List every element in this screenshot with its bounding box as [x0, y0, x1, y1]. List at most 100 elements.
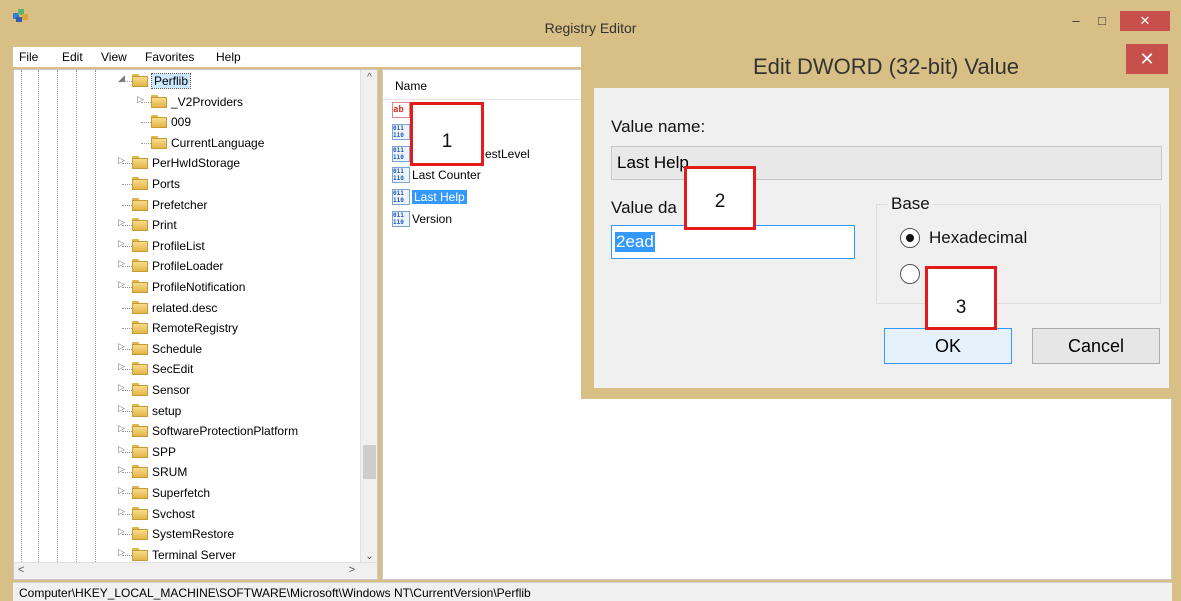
tree-item-label[interactable]: ProfileList: [152, 239, 205, 253]
tree-item-label[interactable]: Sensor: [152, 383, 190, 397]
menu-view[interactable]: View: [101, 50, 127, 64]
tree-item[interactable]: ▷ SoftwareProtectionPlatform: [14, 421, 359, 441]
tree-item[interactable]: ◢ Perflib: [14, 71, 359, 91]
menu-favorites[interactable]: Favorites: [145, 50, 194, 64]
value-data-input[interactable]: 2ead: [611, 225, 855, 259]
tree-item-label[interactable]: Ports: [152, 177, 180, 191]
cancel-button[interactable]: Cancel: [1032, 328, 1160, 364]
tree-item-label[interactable]: SoftwareProtectionPlatform: [152, 424, 298, 438]
menu-edit[interactable]: Edit: [62, 50, 83, 64]
tree-item-label[interactable]: _V2Providers: [171, 95, 243, 109]
expand-arrow-icon[interactable]: ▷: [118, 403, 125, 414]
tree-item[interactable]: ▷ ProfileList: [14, 236, 359, 256]
tree-item[interactable]: ▷ SystemRestore: [14, 524, 359, 544]
expand-arrow-icon[interactable]: ▷: [118, 423, 125, 434]
tree-item[interactable]: 009: [14, 112, 359, 132]
dialog-close-button[interactable]: ✕: [1126, 44, 1168, 74]
tree-item[interactable]: ▷ Svchost: [14, 504, 359, 524]
scroll-down-arrow-icon[interactable]: ⌄: [361, 551, 377, 562]
menu-help[interactable]: Help: [216, 50, 241, 64]
tree-item[interactable]: ▷ Sensor: [14, 380, 359, 400]
value-item-label[interactable]: estLevel: [485, 147, 530, 161]
value-data-text[interactable]: 2ead: [615, 232, 655, 252]
tree-item-label[interactable]: CurrentLanguage: [171, 136, 264, 150]
expand-arrow-icon[interactable]: ▷: [118, 547, 125, 558]
tree-item-label[interactable]: SystemRestore: [152, 527, 234, 541]
tree-item[interactable]: Ports: [14, 174, 359, 194]
scroll-up-arrow-icon[interactable]: ^: [361, 72, 377, 83]
scroll-right-arrow-icon[interactable]: >: [349, 564, 355, 576]
tree-item-label[interactable]: related.desc: [152, 301, 217, 315]
tree-item[interactable]: CurrentLanguage: [14, 133, 359, 153]
tree-item-label[interactable]: Perflib: [150, 73, 192, 89]
tree-item-label[interactable]: ProfileNotification: [152, 280, 245, 294]
tree-item[interactable]: ▷ Print: [14, 215, 359, 235]
expand-arrow-icon[interactable]: ▷: [137, 94, 144, 105]
expand-arrow-icon[interactable]: ▷: [118, 464, 125, 475]
tree-item-label[interactable]: PerHwIdStorage: [152, 156, 240, 170]
tree-vertical-scrollbar[interactable]: ^ ⌄: [360, 70, 377, 564]
tree-item[interactable]: ▷ _V2Providers: [14, 92, 359, 112]
decimal-radio[interactable]: [900, 264, 920, 284]
value-item-label[interactable]: Last Counter: [412, 168, 481, 182]
dialog-body: Value name: Last Help Value da 2ead Base…: [594, 88, 1169, 388]
status-bar: Computer\HKEY_LOCAL_MACHINE\SOFTWARE\Mic…: [13, 582, 1172, 601]
tree-item-label[interactable]: Prefetcher: [152, 198, 207, 212]
tree-connector: [122, 245, 132, 247]
tree-item[interactable]: ▷ SecEdit: [14, 359, 359, 379]
tree-item-label[interactable]: Schedule: [152, 342, 202, 356]
tree-item-label[interactable]: Superfetch: [152, 486, 210, 500]
tree-item[interactable]: ▷ Superfetch: [14, 483, 359, 503]
tree-item[interactable]: RemoteRegistry: [14, 318, 359, 338]
expand-arrow-icon[interactable]: ▷: [118, 361, 125, 372]
column-header-name[interactable]: Name: [395, 79, 427, 93]
expand-arrow-icon[interactable]: ▷: [118, 526, 125, 537]
tree-item[interactable]: related.desc: [14, 298, 359, 318]
expand-arrow-icon[interactable]: ▷: [118, 382, 125, 393]
scroll-left-arrow-icon[interactable]: <: [18, 564, 24, 576]
hexadecimal-label[interactable]: Hexadecimal: [929, 228, 1027, 248]
close-button[interactable]: ✕: [1120, 11, 1170, 31]
tree-item-label[interactable]: RemoteRegistry: [152, 321, 238, 335]
expand-arrow-icon[interactable]: ▷: [118, 506, 125, 517]
tree-horizontal-scrollbar[interactable]: < >: [14, 562, 377, 579]
tree-item[interactable]: ▷ SRUM: [14, 462, 359, 482]
expand-arrow-icon[interactable]: ▷: [118, 341, 125, 352]
tree-item[interactable]: ▷ PerHwIdStorage: [14, 153, 359, 173]
tree-item-label[interactable]: SecEdit: [152, 362, 193, 376]
menu-file[interactable]: File: [19, 50, 38, 64]
maximize-button[interactable]: □: [1089, 11, 1115, 31]
expand-arrow-icon[interactable]: ◢: [118, 73, 125, 84]
value-item-label[interactable]: Version: [412, 212, 452, 226]
expand-arrow-icon[interactable]: ▷: [118, 155, 125, 166]
tree-item[interactable]: ▷ ProfileNotification: [14, 277, 359, 297]
minimize-button[interactable]: –: [1063, 11, 1089, 31]
expand-arrow-icon[interactable]: ▷: [118, 444, 125, 455]
tree-item[interactable]: ▷ SPP: [14, 442, 359, 462]
ok-button[interactable]: OK: [884, 328, 1012, 364]
tree-item[interactable]: Prefetcher: [14, 195, 359, 215]
tree-item-label[interactable]: 009: [171, 115, 191, 129]
tree-item-label[interactable]: Print: [152, 218, 177, 232]
folder-body: [132, 282, 148, 293]
tree-item-label[interactable]: Terminal Server: [152, 548, 236, 562]
hexadecimal-radio[interactable]: [900, 228, 920, 248]
expand-arrow-icon[interactable]: ▷: [118, 238, 125, 249]
expand-arrow-icon[interactable]: ▷: [118, 258, 125, 269]
registry-key-tree[interactable]: ◢ Perflib ▷ _V2Providers 009 CurrentLanguage ▷…: [13, 69, 378, 580]
tree-item-label[interactable]: ProfileLoader: [152, 259, 223, 273]
expand-arrow-icon[interactable]: ▷: [118, 485, 125, 496]
expand-arrow-icon[interactable]: ▷: [118, 217, 125, 228]
scroll-thumb[interactable]: [363, 445, 376, 479]
tree-item-label[interactable]: setup: [152, 404, 181, 418]
tree-item[interactable]: ▷ Schedule: [14, 339, 359, 359]
tree-item-label[interactable]: SPP: [152, 445, 176, 459]
tree-item-label[interactable]: Svchost: [152, 507, 195, 521]
tree-item[interactable]: ▷ setup: [14, 401, 359, 421]
folder-body: [132, 158, 148, 170]
expand-arrow-icon[interactable]: ▷: [118, 279, 125, 290]
value-item-label[interactable]: Last Help: [412, 190, 467, 205]
tree-item-label[interactable]: SRUM: [152, 465, 187, 479]
tree-item[interactable]: ▷ ProfileLoader: [14, 256, 359, 276]
radio-selected-dot: [906, 234, 914, 242]
